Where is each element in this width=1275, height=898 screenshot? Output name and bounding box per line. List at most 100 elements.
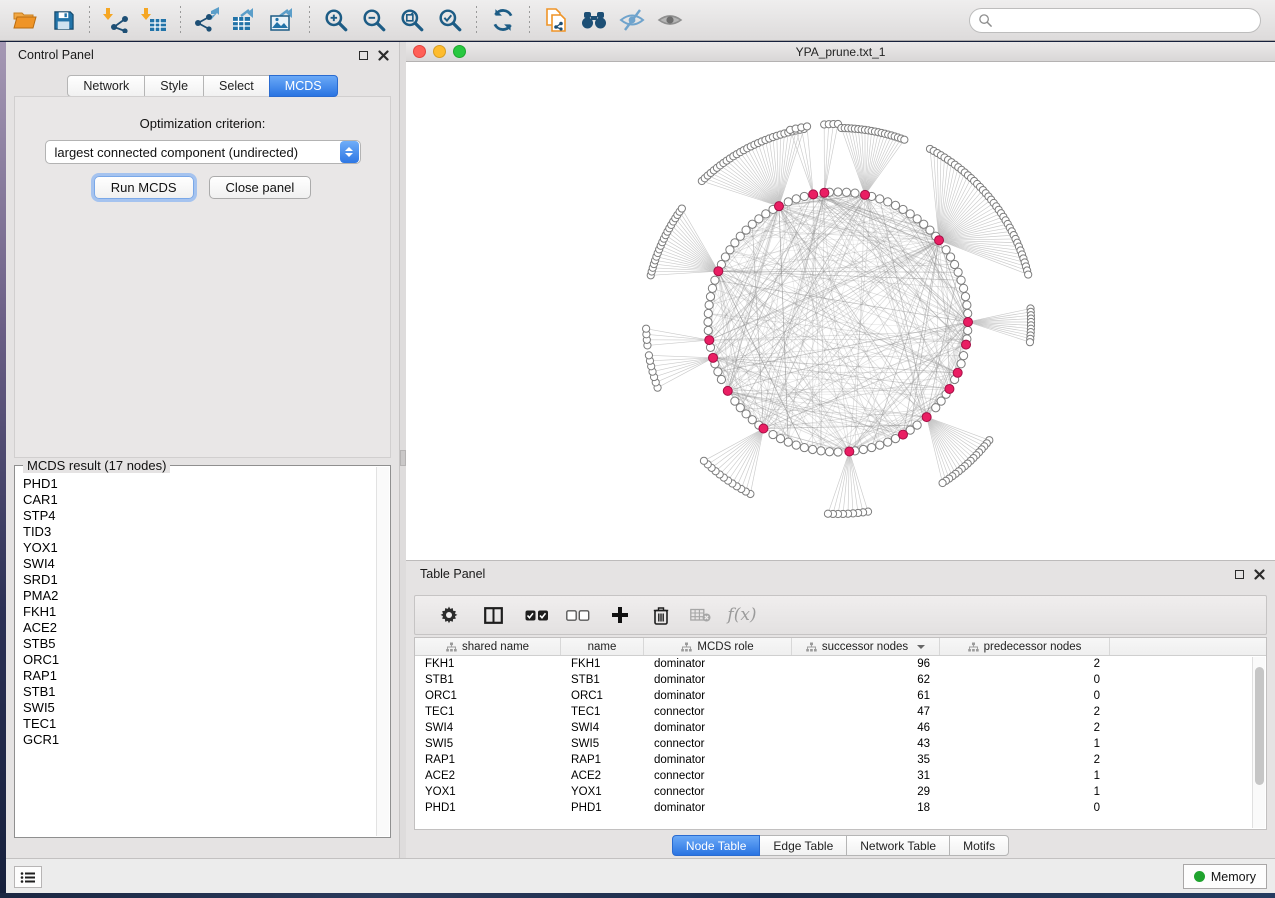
export-network-icon[interactable]: [188, 4, 226, 36]
satellite-node[interactable]: [901, 136, 908, 143]
ring-node[interactable]: [769, 430, 777, 438]
ring-node[interactable]: [817, 447, 825, 455]
mcds-hub-node[interactable]: [964, 318, 973, 327]
column-header-name[interactable]: name: [561, 638, 644, 655]
tab-style[interactable]: Style: [144, 75, 204, 97]
table-options-icon[interactable]: [429, 600, 469, 630]
mcds-hub-node[interactable]: [774, 202, 783, 211]
search-input[interactable]: [993, 13, 1252, 27]
mcds-hub-node[interactable]: [935, 236, 944, 245]
import-network-icon[interactable]: [97, 4, 135, 36]
satellite-node[interactable]: [1025, 271, 1032, 278]
ring-node[interactable]: [876, 195, 884, 203]
ring-node[interactable]: [800, 443, 808, 451]
table-row[interactable]: YOX1YOX1connector291: [415, 784, 1266, 800]
ring-node[interactable]: [704, 318, 712, 326]
table-row[interactable]: PHD1PHD1dominator180: [415, 800, 1266, 816]
mcds-result-item[interactable]: RAP1: [23, 668, 375, 684]
column-header-predecessor-nodes[interactable]: predecessor nodes: [940, 638, 1110, 655]
select-all-icon[interactable]: [517, 600, 557, 630]
tab-node-table[interactable]: Node Table: [672, 835, 761, 856]
clone-network-icon[interactable]: [537, 4, 575, 36]
float-panel-icon[interactable]: [359, 51, 368, 60]
table-row[interactable]: SWI5SWI5connector431: [415, 736, 1266, 752]
mcds-hub-node[interactable]: [899, 430, 908, 439]
mcds-hub-node[interactable]: [709, 353, 718, 362]
table-row[interactable]: ORC1ORC1dominator610: [415, 688, 1266, 704]
ring-node[interactable]: [825, 448, 833, 456]
ring-node[interactable]: [959, 352, 967, 360]
export-table-icon[interactable]: [226, 4, 264, 36]
satellite-node[interactable]: [700, 457, 707, 464]
ring-node[interactable]: [784, 438, 792, 446]
ring-node[interactable]: [963, 301, 971, 309]
mcds-hub-node[interactable]: [705, 336, 714, 345]
mcds-result-item[interactable]: STB1: [23, 684, 375, 700]
table-row[interactable]: TEC1TEC1connector472: [415, 704, 1266, 720]
ring-node[interactable]: [704, 309, 712, 317]
table-row[interactable]: STB1STB1dominator620: [415, 672, 1266, 688]
import-table-icon[interactable]: [135, 4, 173, 36]
mcds-result-item[interactable]: ACE2: [23, 620, 375, 636]
satellite-node[interactable]: [1026, 339, 1033, 346]
ring-node[interactable]: [800, 192, 808, 200]
zoom-selected-icon[interactable]: [431, 4, 469, 36]
tab-network[interactable]: Network: [67, 75, 145, 97]
memory-button[interactable]: Memory: [1183, 864, 1267, 889]
ring-node[interactable]: [964, 309, 972, 317]
column-header-successor-nodes[interactable]: successor nodes: [792, 638, 940, 655]
mcds-result-item[interactable]: SRD1: [23, 572, 375, 588]
deselect-all-icon[interactable]: [557, 600, 599, 630]
ring-node[interactable]: [708, 284, 716, 292]
ring-node[interactable]: [950, 260, 958, 268]
table-row[interactable]: ACE2ACE2connector311: [415, 768, 1266, 784]
show-all-icon[interactable]: [651, 4, 689, 36]
satellite-node[interactable]: [678, 205, 685, 212]
mcds-result-item[interactable]: STB5: [23, 636, 375, 652]
mcds-result-item[interactable]: SWI4: [23, 556, 375, 572]
mcds-result-item[interactable]: PMA2: [23, 588, 375, 604]
ring-node[interactable]: [776, 434, 784, 442]
table-row[interactable]: SWI4SWI4dominator462: [415, 720, 1266, 736]
run-mcds-button[interactable]: Run MCDS: [94, 176, 194, 199]
ring-node[interactable]: [884, 438, 892, 446]
float-table-panel-icon[interactable]: [1235, 570, 1244, 579]
zoom-in-icon[interactable]: [317, 4, 355, 36]
ring-node[interactable]: [876, 441, 884, 449]
ring-node[interactable]: [859, 445, 867, 453]
refresh-view-icon[interactable]: [484, 4, 522, 36]
tab-motifs[interactable]: Motifs: [949, 835, 1009, 856]
first-neighbors-icon[interactable]: [575, 4, 613, 36]
zoom-out-icon[interactable]: [355, 4, 393, 36]
delete-column-icon[interactable]: [641, 600, 681, 630]
mcds-hub-node[interactable]: [809, 190, 818, 199]
ring-node[interactable]: [721, 253, 729, 261]
satellite-node[interactable]: [824, 510, 831, 517]
column-header-MCDS-role[interactable]: MCDS role: [644, 638, 792, 655]
ring-node[interactable]: [868, 443, 876, 451]
ring-node[interactable]: [792, 441, 800, 449]
mcds-result-item[interactable]: SWI5: [23, 700, 375, 716]
ring-node[interactable]: [957, 360, 965, 368]
mcds-result-item[interactable]: CAR1: [23, 492, 375, 508]
mcds-hub-node[interactable]: [759, 424, 768, 433]
ring-node[interactable]: [957, 276, 965, 284]
ring-node[interactable]: [932, 404, 940, 412]
ring-node[interactable]: [899, 205, 907, 213]
mcds-result-item[interactable]: GCR1: [23, 732, 375, 748]
tab-edge-table[interactable]: Edge Table: [759, 835, 847, 856]
table-scrollbar[interactable]: [1252, 657, 1265, 828]
optimization-criterion-select[interactable]: largest connected component (undirected): [45, 140, 361, 164]
ring-node[interactable]: [961, 293, 969, 301]
mcds-hub-node[interactable]: [820, 188, 829, 197]
mcds-result-item[interactable]: ORC1: [23, 652, 375, 668]
ring-node[interactable]: [891, 201, 899, 209]
function-builder-icon[interactable]: f(x): [719, 600, 765, 630]
ring-node[interactable]: [704, 326, 712, 334]
show-panels-button[interactable]: [14, 866, 42, 888]
ring-node[interactable]: [809, 445, 817, 453]
ring-node[interactable]: [834, 188, 842, 196]
tab-mcds[interactable]: MCDS: [269, 75, 338, 97]
close-table-panel-icon[interactable]: [1254, 569, 1265, 580]
mcds-hub-node[interactable]: [714, 267, 723, 276]
